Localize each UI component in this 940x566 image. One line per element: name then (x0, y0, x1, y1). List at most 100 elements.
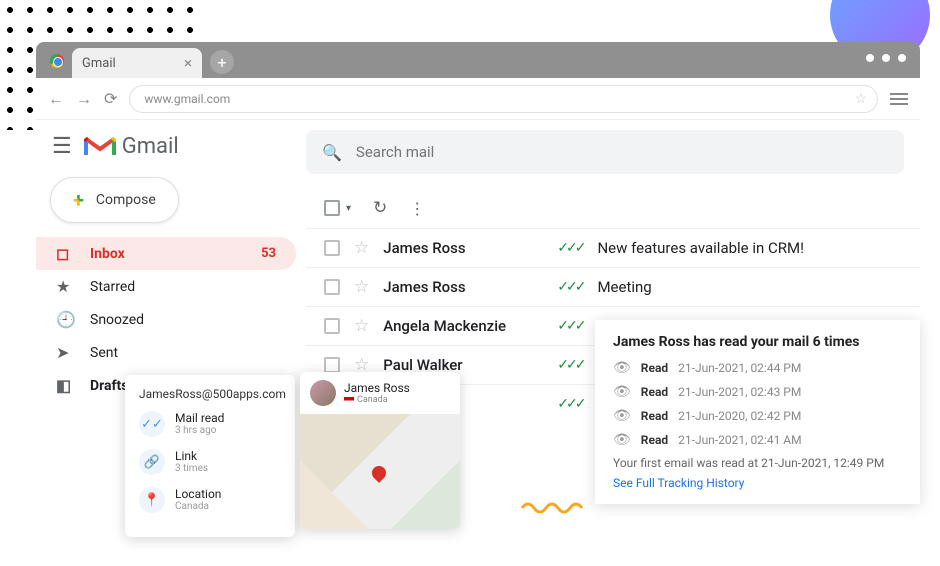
track-item: 🔗 Link 3 times (139, 449, 281, 475)
app-header: ☰ Gmail (36, 134, 306, 177)
track-icon: 📍 (139, 487, 165, 513)
main-menu-icon[interactable]: ☰ (52, 134, 72, 159)
window-controls[interactable] (866, 54, 906, 62)
read-time: 21-Jun-2021, 02:44 PM (678, 361, 801, 375)
read-checks-icon: ✓✓✓ (557, 279, 583, 295)
star-icon[interactable]: ☆ (354, 277, 369, 297)
read-row: 👁 Read 21-Jun-2021, 02:41 AM (613, 432, 902, 448)
select-caret-icon[interactable]: ▾ (346, 203, 351, 214)
gmail-logo[interactable]: Gmail (84, 134, 179, 159)
tab-bar: Gmail × + (36, 42, 920, 78)
tracking-popup: JamesRoss@500apps.com ✓✓ Mail read 3 hrs… (125, 375, 295, 537)
select-all-checkbox[interactable] (324, 200, 340, 216)
email-sender: James Ross (383, 239, 543, 257)
more-icon[interactable]: ⋮ (409, 199, 425, 218)
sidebar-item-snoozed[interactable]: 🕘 Snoozed (36, 303, 296, 336)
search-box[interactable]: 🔍 (306, 130, 904, 174)
email-checkbox[interactable] (324, 318, 340, 334)
email-row[interactable]: ☆ James Ross ✓✓✓ Meeting (306, 267, 920, 306)
email-row[interactable]: ☆ James Ross ✓✓✓ New features available … (306, 228, 920, 267)
see-full-history-link[interactable]: See Full Tracking History (613, 476, 902, 490)
sidebar-item-sent[interactable]: ➤ Sent (36, 336, 296, 369)
url-input[interactable]: www.gmail.com ☆ (129, 85, 878, 113)
flag-icon (344, 397, 354, 404)
browser-tab[interactable]: Gmail × (72, 48, 202, 78)
avatar (310, 380, 336, 406)
track-sub: 3 hrs ago (175, 425, 224, 436)
forward-icon[interactable]: → (76, 89, 92, 109)
nav-label: Sent (90, 345, 118, 361)
mail-toolbar: ▾ ↻ ⋮ (306, 192, 920, 228)
sidebar-item-starred[interactable]: ★ Starred (36, 270, 296, 303)
profile-popup: James Ross Canada (300, 372, 460, 529)
read-checks-icon: ✓✓✓ (557, 240, 583, 256)
track-icon: 🔗 (139, 449, 165, 475)
read-time: 21-Jun-2020, 02:42 PM (678, 409, 801, 423)
nav-label: Snoozed (90, 312, 144, 328)
reload-icon[interactable]: ⟳ (104, 89, 117, 108)
compose-button[interactable]: + Compose (50, 177, 179, 223)
track-icon: ✓✓ (139, 411, 165, 437)
eye-icon: 👁 (613, 408, 631, 424)
star-icon[interactable]: ☆ (354, 238, 369, 258)
track-item: 📍 Location Canada (139, 487, 281, 513)
track-title: Location (175, 487, 221, 501)
tab-title: Gmail (82, 56, 116, 71)
star-icon: ★ (56, 277, 74, 296)
track-sub: Canada (175, 501, 221, 512)
email-subject: New features available in CRM! (597, 239, 804, 257)
nav-count: 53 (261, 246, 276, 261)
nav-label: Inbox (90, 246, 125, 262)
refresh-icon[interactable]: ↻ (373, 198, 387, 218)
read-time: 21-Jun-2021, 02:43 PM (678, 385, 801, 399)
read-label: Read (641, 361, 668, 375)
email-subject: Meeting (597, 278, 651, 296)
email-sender: Angela Mackenzie (383, 317, 543, 335)
search-input[interactable] (356, 143, 888, 161)
email-checkbox[interactable] (324, 240, 340, 256)
nav-label: Drafts (90, 378, 128, 394)
chrome-icon (50, 54, 64, 68)
compose-label: Compose (96, 192, 156, 208)
track-sub: 3 times (175, 463, 208, 474)
address-bar: ← → ⟳ www.gmail.com ☆ (36, 78, 920, 120)
url-text: www.gmail.com (144, 92, 230, 106)
email-checkbox[interactable] (324, 357, 340, 373)
read-title: James Ross has read your mail 6 times (613, 334, 902, 350)
track-item: ✓✓ Mail read 3 hrs ago (139, 411, 281, 437)
sidebar-item-inbox[interactable]: ◻ Inbox 53 (36, 237, 296, 270)
close-tab-icon[interactable]: × (184, 54, 192, 72)
back-icon[interactable]: ← (48, 89, 64, 109)
read-label: Read (641, 409, 668, 423)
eye-icon: 👁 (613, 432, 631, 448)
new-tab-button[interactable]: + (210, 50, 234, 74)
read-label: Read (641, 433, 668, 447)
eye-icon: 👁 (613, 360, 631, 376)
read-row: 👁 Read 21-Jun-2021, 02:43 PM (613, 384, 902, 400)
track-title: Mail read (175, 411, 224, 425)
profile-country: Canada (344, 395, 410, 405)
track-title: Link (175, 449, 208, 463)
nav-label: Starred (90, 279, 135, 295)
email-sender: James Ross (383, 278, 543, 296)
decorative-squiggle (520, 498, 590, 520)
read-footer: Your first email was read at 21-Jun-2021… (613, 456, 902, 470)
inbox-icon: ◻ (56, 244, 74, 263)
browser-menu-icon[interactable] (890, 93, 908, 105)
read-history-popup: James Ross has read your mail 6 times 👁 … (595, 320, 920, 504)
search-icon: 🔍 (322, 143, 342, 162)
popup-email: JamesRoss@500apps.com (139, 387, 281, 401)
brand-text: Gmail (122, 134, 179, 159)
read-row: 👁 Read 21-Jun-2020, 02:42 PM (613, 408, 902, 424)
profile-header: James Ross Canada (300, 372, 460, 414)
gmail-m-icon (84, 135, 116, 159)
star-icon[interactable]: ☆ (354, 316, 369, 336)
eye-icon: 👁 (613, 384, 631, 400)
bookmark-icon[interactable]: ☆ (854, 91, 867, 107)
map-preview[interactable] (300, 414, 460, 529)
email-checkbox[interactable] (324, 279, 340, 295)
plus-icon: + (73, 188, 84, 212)
profile-name: James Ross (344, 381, 410, 395)
read-checks-icon: ✓✓✓ (557, 318, 583, 334)
read-row: 👁 Read 21-Jun-2021, 02:44 PM (613, 360, 902, 376)
